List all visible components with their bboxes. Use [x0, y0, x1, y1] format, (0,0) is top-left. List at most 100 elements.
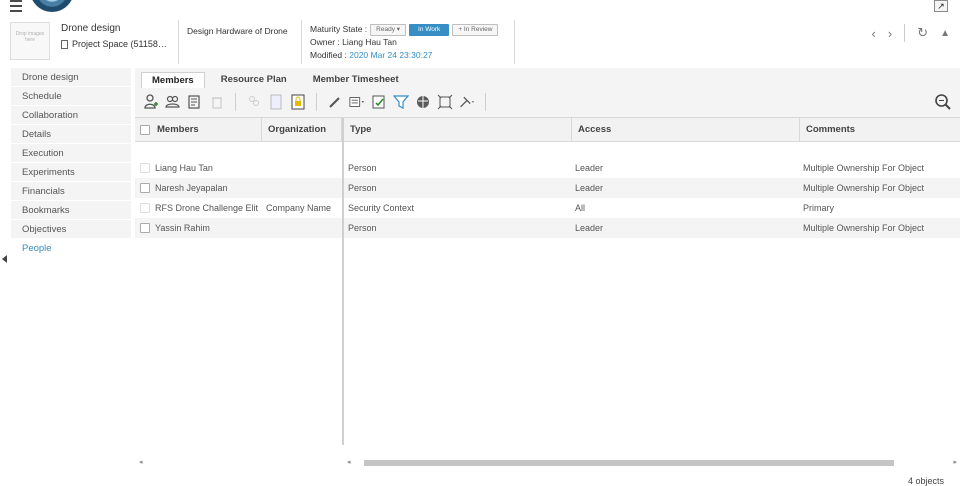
object-space-label[interactable]: Project Space (51158… — [72, 39, 167, 49]
access: Leader — [575, 183, 604, 193]
table-row[interactable]: Naresh Jeyapalan Person Leader Multiple … — [135, 178, 960, 198]
divider — [485, 93, 486, 111]
collapse-sidebar-icon[interactable] — [2, 255, 7, 263]
members-table: Members Organization Type Access Comment… — [135, 117, 960, 486]
divider — [178, 20, 179, 64]
column-header-type[interactable]: Type — [344, 118, 572, 142]
table-row[interactable]: RFS Drone Challenge Elit Company Name Se… — [135, 198, 960, 218]
table-row[interactable]: Liang Hau Tan Person Leader Multiple Own… — [135, 158, 960, 178]
tab-member-timesheet[interactable]: Member Timesheet — [303, 72, 409, 88]
object-count: 4 objects — [907, 476, 944, 486]
column-header-organization[interactable]: Organization — [262, 118, 342, 142]
bulk-edit-dropdown-icon[interactable] — [349, 94, 365, 110]
previous-icon[interactable]: ‹ — [872, 26, 876, 41]
object-description: Design Hardware of Drone — [187, 26, 288, 36]
globe-icon[interactable] — [415, 94, 431, 110]
app-logo[interactable] — [30, 0, 74, 12]
row-checkbox — [140, 203, 150, 213]
divider — [514, 20, 515, 64]
document-access-icon[interactable] — [268, 94, 284, 110]
state-in-work[interactable]: In Work — [409, 23, 450, 36]
object-header: Drop images here Drone design Project Sp… — [0, 18, 960, 66]
select-all-checkbox[interactable] — [140, 125, 150, 135]
access: Leader — [575, 223, 604, 233]
transfer-ownership-icon[interactable] — [246, 94, 262, 110]
frozen-column-divider[interactable] — [342, 118, 344, 445]
sidebar-item-objectives[interactable]: Objectives — [11, 220, 131, 239]
object-meta: Maturity State : Ready ▾ In Work + In Re… — [310, 23, 499, 62]
sidebar-item-collaboration[interactable]: Collaboration — [11, 106, 131, 125]
scroll-left-icon[interactable]: ◂ — [139, 458, 143, 466]
divider — [904, 24, 906, 42]
sidebar-item-people[interactable]: People — [11, 239, 131, 258]
sidebar-item-execution[interactable]: Execution — [11, 144, 131, 163]
sidebar-item-schedule[interactable]: Schedule — [11, 87, 131, 106]
sidebar-item-experiments[interactable]: Experiments — [11, 163, 131, 182]
scroll-left-icon[interactable]: ◂ — [347, 458, 351, 466]
object-space: Project Space (51158… — [61, 39, 167, 49]
right-horizontal-scrollbar[interactable]: ◂ ▸ — [344, 458, 960, 467]
member-name: Naresh Jeyapalan — [155, 183, 228, 193]
divider — [316, 93, 317, 111]
add-member-icon[interactable] — [143, 94, 159, 110]
tab-bar: Members Resource Plan Member Timesheet — [141, 72, 409, 88]
scrollbar-thumb[interactable] — [364, 460, 894, 466]
tab-resource-plan[interactable]: Resource Plan — [211, 72, 297, 88]
next-icon[interactable]: › — [888, 26, 892, 41]
image-drop-zone[interactable]: Drop images here — [10, 22, 50, 60]
organization: Company Name — [266, 203, 332, 213]
edit-icon[interactable] — [327, 94, 343, 110]
sidebar: Drone design Schedule Collaboration Deta… — [11, 68, 131, 444]
maturity-state: Maturity State : Ready ▾ In Work + In Re… — [310, 23, 499, 36]
left-horizontal-scrollbar[interactable]: ◂ — [135, 458, 342, 467]
comments: Multiple Ownership For Object — [803, 163, 925, 173]
access: All — [575, 203, 586, 213]
collapse-header-icon[interactable]: ▲ — [940, 28, 950, 39]
delete-icon[interactable] — [209, 94, 225, 110]
toolbar — [141, 90, 956, 114]
column-header-comments[interactable]: Comments — [800, 118, 960, 142]
member-name: Liang Hau Tan — [155, 163, 213, 173]
state-ready[interactable]: Ready ▾ — [370, 23, 407, 36]
sidebar-item-drone-design[interactable]: Drone design — [11, 68, 131, 87]
owner-value: Liang Hau Tan — [342, 37, 397, 47]
lock-icon[interactable] — [290, 94, 306, 110]
navigation-controls: ‹ › ↻ ▲ — [872, 24, 950, 42]
divider — [301, 20, 302, 64]
fit-columns-icon[interactable] — [437, 94, 453, 110]
member-name: Yassin Rahim — [155, 223, 210, 233]
modified-row: Modified : 2020 Mar 24 23:30:27 — [310, 49, 498, 62]
top-bar: ↗ — [0, 0, 960, 14]
organization — [266, 178, 342, 198]
tools-dropdown-icon[interactable] — [459, 94, 475, 110]
sidebar-item-financials[interactable]: Financials — [11, 182, 131, 201]
column-header-members[interactable]: Members — [135, 118, 262, 142]
sidebar-item-bookmarks[interactable]: Bookmarks — [11, 201, 131, 220]
table-row[interactable]: Yassin Rahim Person Leader Multiple Owne… — [135, 218, 960, 238]
add-group-icon[interactable] — [165, 94, 181, 110]
column-header-label: Members — [157, 124, 199, 135]
document-icon — [61, 39, 68, 49]
row-checkbox — [140, 163, 150, 173]
tab-members[interactable]: Members — [141, 72, 205, 88]
access: Leader — [575, 163, 604, 173]
type: Person — [348, 183, 377, 193]
state-in-review[interactable]: + In Review — [452, 23, 499, 36]
filter-icon[interactable] — [393, 94, 409, 110]
share-icon[interactable]: ↗ — [934, 0, 948, 12]
type: Person — [348, 223, 377, 233]
sidebar-item-details[interactable]: Details — [11, 125, 131, 144]
search-icon[interactable] — [934, 93, 952, 111]
modified-label: Modified : — [310, 50, 347, 60]
scroll-right-icon[interactable]: ▸ — [953, 458, 957, 466]
column-header-access[interactable]: Access — [572, 118, 800, 142]
modified-date[interactable]: 2020 Mar 24 23:30:27 — [349, 50, 432, 60]
owner-label: Owner : — [310, 37, 340, 47]
refresh-icon[interactable]: ↻ — [917, 25, 928, 41]
organization — [266, 158, 342, 178]
menu-icon[interactable] — [10, 0, 22, 12]
member-list-icon[interactable] — [187, 94, 203, 110]
approve-icon[interactable] — [371, 94, 387, 110]
row-checkbox[interactable] — [140, 223, 150, 233]
row-checkbox[interactable] — [140, 183, 150, 193]
